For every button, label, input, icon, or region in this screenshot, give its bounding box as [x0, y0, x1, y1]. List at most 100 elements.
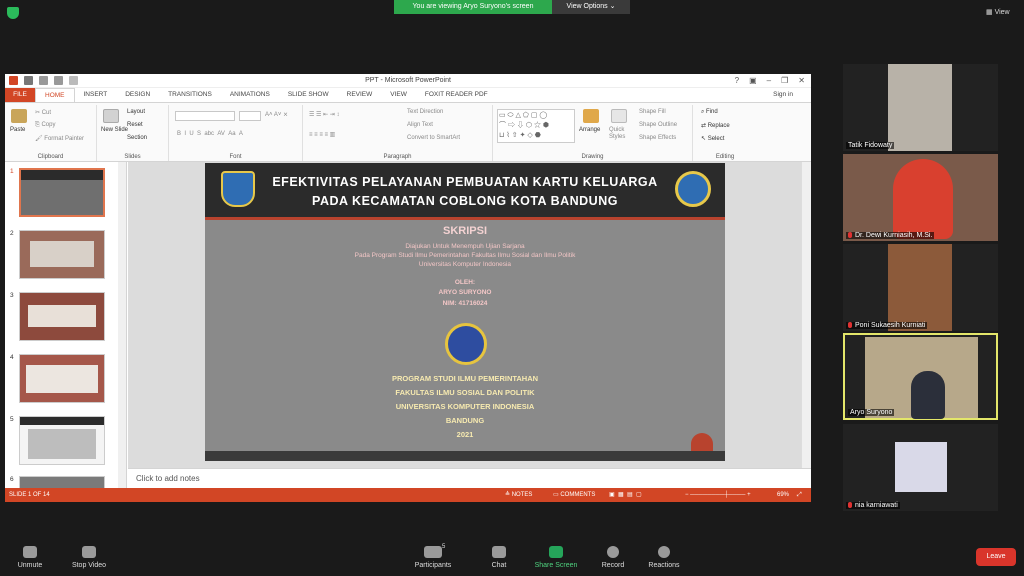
tab-insert[interactable]: INSERT: [75, 88, 117, 102]
arrange-button[interactable]: Arrange: [579, 127, 600, 133]
minimize-icon[interactable]: –: [767, 76, 771, 85]
find-button[interactable]: ⌕ Find: [701, 109, 718, 116]
new-slide-icon[interactable]: [103, 109, 119, 123]
cut-button[interactable]: ✂ Cut: [35, 109, 51, 116]
help-icon[interactable]: ?: [735, 76, 739, 85]
participant-name: nia karniawati: [846, 502, 900, 509]
participants-button[interactable]: Participants 5: [408, 544, 458, 569]
powerpoint-window: PPT - Microsoft PowerPoint ? ▣ – ❐ ✕ FIL…: [5, 74, 811, 502]
record-button[interactable]: Record: [596, 546, 630, 569]
shape-fill-button[interactable]: Shape Fill: [639, 109, 666, 115]
participant-name: Aryo Suryono: [848, 409, 895, 416]
quick-styles-button[interactable]: Quick Styles: [609, 127, 633, 141]
format-painter-button[interactable]: 🖌 Format Painter: [35, 135, 84, 142]
shape-effects-button[interactable]: Shape Effects: [639, 135, 676, 141]
close-icon[interactable]: ✕: [798, 76, 805, 85]
ribbon-options-icon[interactable]: ▣: [749, 76, 757, 85]
replace-button[interactable]: ⇄ Replace: [701, 122, 730, 129]
fit-slide-icon[interactable]: ⤢: [797, 488, 802, 502]
quick-styles-icon[interactable]: [611, 109, 627, 123]
decorative-semicircle: [691, 433, 713, 451]
font-format-buttons[interactable]: B I U S abc AV Aa A: [177, 131, 243, 137]
view-button[interactable]: ▦ View: [986, 8, 1010, 16]
participant-video: [888, 64, 952, 151]
slide-number: 4: [10, 354, 14, 361]
tab-view[interactable]: VIEW: [381, 88, 416, 102]
zoom-level[interactable]: 69%: [777, 488, 789, 502]
notes-toggle[interactable]: ≜ NOTES: [505, 488, 532, 502]
restore-icon[interactable]: ❐: [781, 76, 788, 85]
participant-tile[interactable]: Dr. Dewi Kurniasih, M.Si.: [843, 154, 998, 241]
paste-button[interactable]: Paste: [10, 127, 25, 133]
new-slide-button[interactable]: New Slide: [101, 127, 128, 133]
select-button[interactable]: ↖ Select: [701, 135, 724, 142]
smartart-button[interactable]: Convert to SmartArt: [407, 135, 460, 141]
shape-outline-button[interactable]: Shape Outline: [639, 122, 677, 128]
tab-home[interactable]: HOME: [35, 88, 75, 102]
tab-slide-show[interactable]: SLIDE SHOW: [279, 88, 338, 102]
shapes-gallery[interactable]: ▭ ⬭ △ ⬠ ▢ ◯ ⌒ ⇨ ⇩ ⬡ ☆ ⬢ ⊔ ⌇ ⇧ ✦ ◇ ⬣: [497, 109, 575, 143]
list-buttons[interactable]: ☰ ☰ ⇤ ⇥ ↕: [309, 111, 339, 118]
slides-label: Slides: [124, 154, 141, 160]
text-direction-button[interactable]: Text Direction: [407, 109, 443, 115]
tab-transitions[interactable]: TRANSITIONS: [159, 88, 221, 102]
reactions-emoji-icon: [658, 546, 670, 558]
tab-animations[interactable]: ANIMATIONS: [221, 88, 279, 102]
chat-button[interactable]: Chat: [484, 546, 514, 569]
slide-thumbnail-2[interactable]: [19, 230, 105, 279]
font-size-buttons[interactable]: A˄ A˅ ⨯: [265, 111, 288, 118]
sign-in-link[interactable]: Sign in: [773, 91, 793, 98]
slide-subtitle-1: Diajukan Untuk Menempuh Ujian Sarjana: [405, 243, 525, 250]
tab-foxit[interactable]: FOXIT READER PDF: [416, 88, 497, 102]
paste-icon[interactable]: [11, 109, 27, 123]
slide-city: BANDUNG: [445, 416, 485, 425]
stop-video-button[interactable]: Stop Video: [64, 546, 114, 569]
participant-tile[interactable]: Tatik Fidowaty: [843, 64, 998, 151]
reset-button[interactable]: Reset: [127, 122, 143, 128]
slide-title-line2: PADA KECAMATAN COBLONG KOTA BANDUNG: [312, 194, 618, 208]
participants-icon: [424, 546, 442, 558]
slide-faculty: FAKULTAS ILMU SOSIAL DAN POLITIK: [395, 388, 535, 397]
muted-microphone-icon: [23, 546, 37, 558]
participant-figure: [893, 159, 953, 239]
tab-file[interactable]: FILE: [5, 88, 35, 102]
notes-pane[interactable]: Click to add notes: [128, 468, 811, 488]
reactions-button[interactable]: Reactions: [644, 546, 684, 569]
participant-tile[interactable]: Poni Sukaesih Kurniati: [843, 244, 998, 331]
slide-thumbnail-3[interactable]: [19, 292, 105, 341]
current-slide[interactable]: EFEKTIVITAS PELAYANAN PEMBUATAN KARTU KE…: [205, 163, 725, 461]
participant-tile-active-speaker[interactable]: Aryo Suryono: [843, 333, 998, 420]
participant-name: Tatik Fidowaty: [846, 142, 895, 149]
unmute-button[interactable]: Unmute: [12, 546, 48, 569]
font-name-select[interactable]: [175, 111, 235, 121]
thumbnail-scrollbar[interactable]: [118, 162, 126, 488]
participant-tile[interactable]: nia karniawati: [843, 424, 998, 511]
section-button[interactable]: Section: [127, 135, 147, 141]
leave-meeting-button[interactable]: Leave: [976, 548, 1016, 566]
clipboard-label: Clipboard: [37, 154, 64, 160]
font-size-select[interactable]: [239, 111, 261, 121]
slide-university: UNIVERSITAS KOMPUTER INDONESIA: [395, 402, 535, 411]
tab-review[interactable]: REVIEW: [338, 88, 382, 102]
zoom-slider[interactable]: − ────────┼──── +: [685, 488, 751, 502]
layout-button[interactable]: Layout: [127, 109, 145, 115]
align-text-button[interactable]: Align Text: [407, 122, 433, 128]
slide-thumbnail-5[interactable]: [19, 416, 105, 465]
share-screen-button[interactable]: Share Screen: [530, 546, 582, 569]
tab-design[interactable]: DESIGN: [116, 88, 159, 102]
slide-thumbnail-6[interactable]: [19, 476, 105, 488]
security-shield-icon[interactable]: [7, 7, 19, 19]
align-buttons[interactable]: ≡ ≡ ≡ ≡ ▥: [309, 131, 335, 138]
slide-author-nim: NIM: 41716024: [442, 300, 488, 307]
copy-button[interactable]: ⎘ Copy: [35, 122, 55, 129]
ppt-titlebar: PPT - Microsoft PowerPoint ? ▣ – ❐ ✕: [5, 74, 811, 88]
arrange-icon[interactable]: [583, 109, 599, 123]
view-mode-buttons[interactable]: ▣ ▦ ▤ ▢: [609, 488, 642, 502]
comments-toggle[interactable]: ▭ COMMENTS: [553, 488, 595, 502]
slide-scrollbar[interactable]: [801, 162, 811, 468]
view-options-button[interactable]: View Options ⌄: [552, 0, 630, 14]
slide-thumbnail-1[interactable]: [19, 168, 105, 217]
participant-name: Dr. Dewi Kurniasih, M.Si.: [846, 232, 935, 239]
paragraph-group: ☰ ☰ ⇤ ⇥ ↕ ≡ ≡ ≡ ≡ ▥ Text Direction Align…: [303, 105, 493, 161]
slide-thumbnail-4[interactable]: [19, 354, 105, 403]
